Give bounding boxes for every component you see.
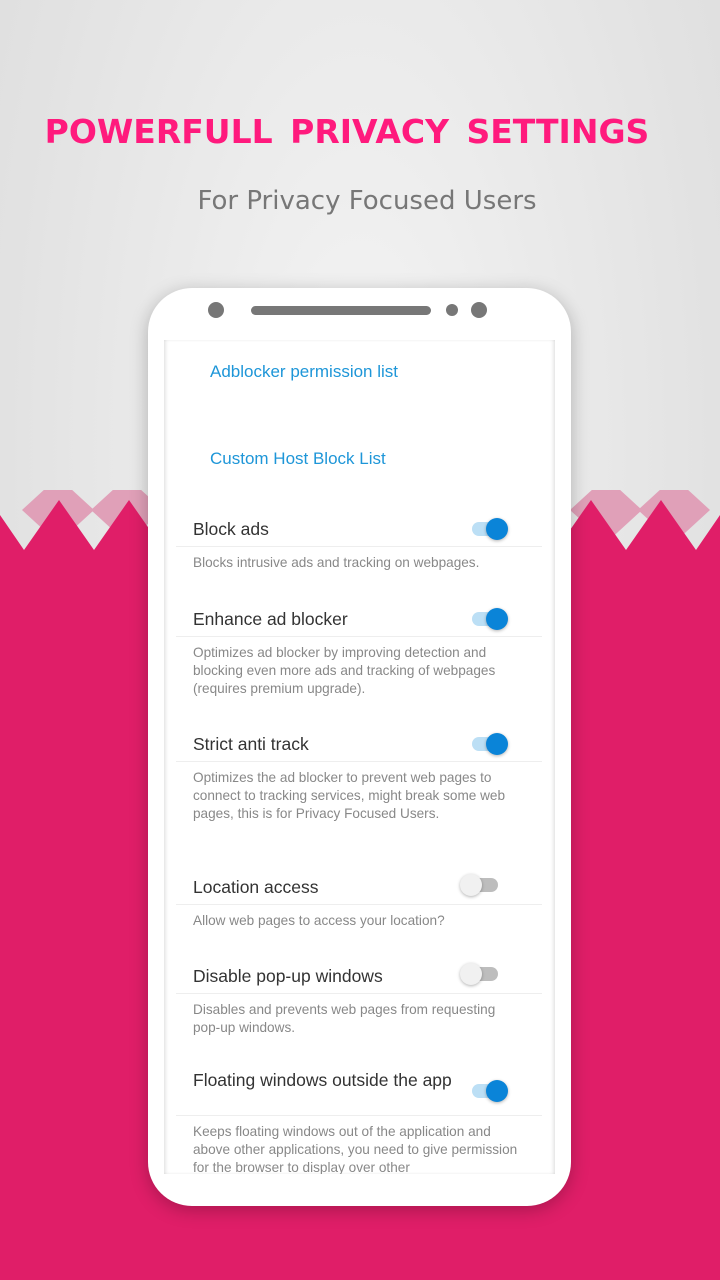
front-camera-icon: [208, 302, 224, 318]
divider: [176, 904, 542, 905]
speaker-grille: [251, 306, 431, 315]
divider: [176, 636, 542, 637]
custom-host-block-list-link[interactable]: Custom Host Block List: [210, 449, 386, 469]
phone-frame: Adblocker permission list Custom Host Bl…: [148, 288, 571, 1206]
divider: [176, 546, 542, 547]
setting-title: Enhance ad blocker: [193, 609, 348, 629]
divider: [176, 1115, 542, 1116]
setting-description: Blocks intrusive ads and tracking on web…: [193, 555, 480, 570]
divider: [176, 761, 542, 762]
adblocker-permission-list-link[interactable]: Adblocker permission list: [210, 362, 398, 382]
divider: [176, 993, 542, 994]
setting-description: Allow web pages to access your location?: [193, 913, 445, 928]
setting-description: Keeps floating windows out of the applic…: [193, 1124, 518, 1174]
promo-subheadline: For Privacy Focused Users: [197, 186, 537, 216]
strict-anti-track-toggle[interactable]: [468, 733, 508, 755]
disable-popups-toggle[interactable]: [460, 963, 500, 985]
floating-windows-toggle[interactable]: [468, 1080, 508, 1102]
promo-headline: POWERFULL PRIVACY SETTINGS: [44, 112, 650, 151]
setting-title: Strict anti track: [193, 734, 309, 754]
setting-title: Disable pop-up windows: [193, 966, 383, 986]
location-access-toggle[interactable]: [460, 874, 500, 896]
setting-title: Block ads: [193, 519, 269, 539]
setting-description: Disables and prevents web pages from req…: [193, 1002, 496, 1035]
settings-screen: Adblocker permission list Custom Host Bl…: [164, 340, 555, 1174]
sensor-icon: [446, 304, 458, 316]
setting-title: Floating windows outside the app: [193, 1070, 452, 1090]
enhance-ad-blocker-toggle[interactable]: [468, 608, 508, 630]
setting-title: Location access: [193, 877, 319, 897]
setting-description: Optimizes the ad blocker to prevent web …: [193, 770, 506, 821]
sensor-icon: [471, 302, 487, 318]
block-ads-toggle[interactable]: [468, 518, 508, 540]
setting-description: Optimizes ad blocker by improving detect…: [193, 645, 496, 696]
